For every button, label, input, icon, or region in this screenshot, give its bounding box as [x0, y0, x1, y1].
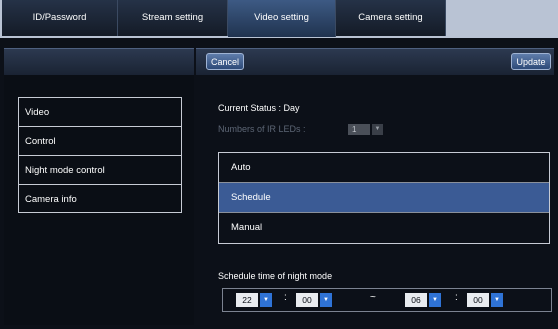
night-mode-list: Auto Schedule Manual — [218, 152, 550, 244]
update-button[interactable]: Update — [511, 53, 551, 70]
start-hour-select[interactable]: 22 — [236, 293, 258, 307]
sidebar-menu: Video Control Night mode control Camera … — [18, 97, 182, 213]
cancel-button[interactable]: Cancel — [206, 53, 244, 70]
tab-bar: ID/Password Stream setting Video setting… — [0, 0, 558, 38]
sidebar-item-control[interactable]: Control — [18, 126, 182, 155]
sidebar-header — [4, 48, 194, 75]
chevron-down-icon[interactable]: ▼ — [320, 293, 332, 307]
mode-option-manual[interactable]: Manual — [219, 213, 549, 243]
chevron-down-icon[interactable]: ▼ — [372, 124, 383, 135]
sidebar-item-camera-info[interactable]: Camera info — [18, 184, 182, 213]
ir-leds-select[interactable]: 1 — [348, 124, 370, 135]
end-minute-select[interactable]: 00 — [467, 293, 489, 307]
tab-id-password[interactable]: ID/Password — [2, 0, 118, 36]
chevron-down-icon[interactable]: ▼ — [491, 293, 503, 307]
mode-option-auto[interactable]: Auto — [219, 153, 549, 183]
time-colon: : — [455, 292, 458, 303]
tab-camera-setting[interactable]: Camera setting — [336, 0, 446, 36]
settings-screen: ID/Password Stream setting Video setting… — [0, 0, 558, 329]
start-minute-select[interactable]: 00 — [296, 293, 318, 307]
sidebar-item-night-mode-control[interactable]: Night mode control — [18, 155, 182, 184]
schedule-label: Schedule time of night mode — [218, 271, 333, 281]
content-header — [196, 48, 554, 75]
chevron-down-icon[interactable]: ▼ — [260, 293, 272, 307]
ir-leds-label: Numbers of IR LEDs : — [218, 124, 306, 134]
tab-video-setting[interactable]: Video setting — [228, 0, 336, 37]
sidebar-item-video[interactable]: Video — [18, 97, 182, 126]
chevron-down-icon[interactable]: ▼ — [429, 293, 441, 307]
time-colon: : — [284, 292, 287, 303]
range-separator: ~ — [370, 292, 376, 303]
mode-option-schedule[interactable]: Schedule — [219, 183, 549, 213]
current-status-text: Current Status : Day — [218, 103, 300, 113]
end-hour-select[interactable]: 06 — [405, 293, 427, 307]
tab-stream-setting[interactable]: Stream setting — [118, 0, 228, 36]
